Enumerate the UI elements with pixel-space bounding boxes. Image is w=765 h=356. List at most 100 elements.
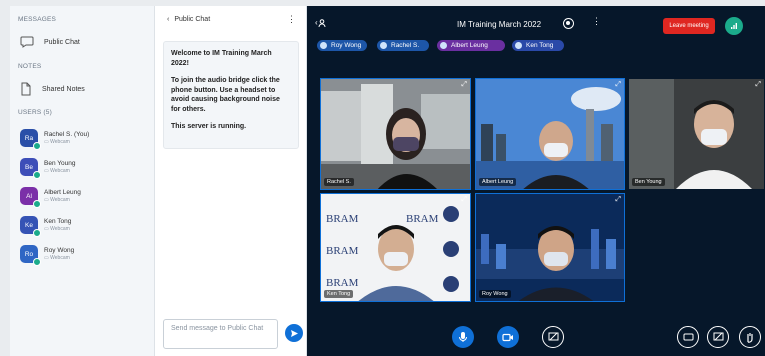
share-screen-button[interactable]: [542, 326, 564, 348]
avatar: Ro: [20, 245, 41, 266]
avatar-initials: Ro: [24, 250, 34, 258]
tile-name-label: Ben Young: [632, 178, 665, 186]
talking-indicator[interactable]: Roy Wong: [317, 40, 367, 51]
shared-notes-item[interactable]: Shared Notes: [20, 82, 85, 96]
user-status-text: Webcam: [50, 167, 70, 174]
user-list-item[interactable]: Ro Roy Wong ▭ Webcam: [20, 245, 75, 266]
user-list-item[interactable]: Ra Rachel S. (You) ▭ Webcam: [20, 129, 90, 150]
chat-message-input[interactable]: Send message to Public Chat: [163, 319, 278, 349]
share-webcam-button[interactable]: [497, 326, 519, 348]
messages-section-label: MESSAGES: [18, 16, 57, 23]
chat-header[interactable]: ‹ Public Chat: [167, 16, 210, 23]
expand-icon[interactable]: ⤢: [461, 81, 467, 89]
shared-notes-label: Shared Notes: [42, 85, 85, 93]
document-icon: [20, 82, 32, 96]
talking-indicator[interactable]: Albert Leung: [437, 40, 505, 51]
user-status: ▭ Webcam: [44, 255, 74, 262]
leave-meeting-button[interactable]: Leave meeting: [663, 18, 715, 34]
expand-icon[interactable]: ⤢: [615, 196, 621, 204]
video-tile-rachel[interactable]: Rachel S. ⤢: [320, 78, 471, 190]
video-tile-ken[interactable]: BRAM BRAM BRAM BRAM Ken Tong ⤢: [320, 193, 471, 302]
video-tile-albert[interactable]: Albert Leung ⤢: [475, 78, 625, 190]
talker-name: Rachel S.: [391, 42, 420, 49]
svg-text:BRAM: BRAM: [326, 277, 359, 289]
avatar-initials: Ke: [25, 221, 33, 229]
user-status-text: Webcam: [50, 254, 70, 261]
app-window: MESSAGES Public Chat NOTES Shared Notes …: [10, 6, 765, 356]
avatar-initials: Be: [25, 163, 33, 171]
user-status: ▭ Webcam: [44, 197, 81, 204]
server-status: This server is running.: [171, 123, 247, 130]
video-camera-icon: [502, 333, 513, 341]
expand-icon[interactable]: ⤢: [615, 81, 621, 89]
video-area: ‹ IM Training March 2022 ⋮ Leave meeting…: [307, 6, 765, 356]
screen-share-icon: [548, 332, 558, 341]
microphone-icon: [515, 42, 522, 49]
raise-hand-button[interactable]: [739, 326, 761, 348]
webcam-icon: ▭: [44, 254, 49, 261]
avatar: Ra: [20, 129, 41, 150]
send-message-button[interactable]: [285, 324, 303, 342]
avatar-initials: Ra: [24, 134, 34, 142]
chat-bubble-icon: [20, 36, 34, 48]
options-menu-icon[interactable]: ⋮: [592, 16, 601, 27]
webcam-icon: ▭: [44, 196, 49, 203]
mute-microphone-button[interactable]: [452, 326, 474, 348]
captions-icon: [683, 333, 693, 341]
user-name: Albert Leung: [44, 188, 81, 196]
user-list-sidebar: MESSAGES Public Chat NOTES Shared Notes …: [10, 6, 155, 356]
welcome-title: Welcome to IM Training March 2022!: [171, 50, 272, 67]
avatar-initials: Al: [26, 192, 32, 200]
user-status: ▭ Webcam: [44, 226, 71, 233]
webcam-icon: ▭: [44, 138, 49, 145]
microphone-icon: [320, 42, 327, 49]
chat-title: Public Chat: [174, 16, 211, 23]
talker-name: Roy Wong: [331, 42, 362, 49]
user-list-item[interactable]: Al Albert Leung ▭ Webcam: [20, 187, 81, 208]
users-toggle-icon[interactable]: ‹: [315, 18, 326, 27]
send-icon: [290, 329, 298, 337]
user-list-item[interactable]: Be Ben Young ▭ Webcam: [20, 158, 75, 179]
user-name: Rachel S. (You): [44, 130, 90, 138]
chat-options-icon[interactable]: ⋮: [287, 14, 296, 25]
chevron-left-icon: ‹: [167, 16, 170, 23]
user-status-text: Webcam: [50, 225, 70, 232]
webcam-icon: ▭: [44, 167, 49, 174]
welcome-message: Welcome to IM Training March 2022! To jo…: [163, 41, 299, 149]
audio-status-icon: [33, 229, 41, 237]
svg-text:BRAM: BRAM: [406, 213, 439, 225]
microphone-icon: [380, 42, 387, 49]
tile-name-label: Rachel S.: [324, 178, 354, 186]
user-name: Ken Tong: [44, 217, 72, 225]
user-status: ▭ Webcam: [44, 168, 75, 175]
svg-text:BRAM: BRAM: [326, 213, 359, 225]
tile-name-label: Ken Tong: [324, 290, 354, 298]
audio-status-icon: [33, 200, 41, 208]
tile-name-label: Roy Wong: [479, 290, 511, 298]
video-tile-ben[interactable]: Ben Young ⤢: [628, 78, 765, 190]
talker-name: Albert Leung: [451, 42, 488, 49]
audio-status-icon: [33, 171, 41, 179]
notes-section-label: NOTES: [18, 63, 42, 70]
user-status-text: Webcam: [50, 196, 70, 203]
layout-button[interactable]: [707, 326, 729, 348]
user-list-item[interactable]: Ke Ken Tong ▭ Webcam: [20, 216, 72, 237]
meeting-title: IM Training March 2022: [457, 20, 542, 29]
public-chat-panel: ‹ Public Chat ⋮ Welcome to IM Training Ma…: [155, 6, 307, 356]
expand-icon[interactable]: ⤢: [755, 81, 761, 89]
record-icon[interactable]: [563, 18, 574, 29]
tile-name-label: Albert Leung: [479, 178, 517, 186]
connection-status-icon[interactable]: [725, 17, 743, 35]
svg-text:BRAM: BRAM: [326, 245, 359, 257]
user-name: Roy Wong: [44, 246, 75, 254]
hand-icon: [747, 332, 753, 343]
welcome-instructions: To join the audio bridge click the phone…: [171, 77, 280, 113]
expand-icon[interactable]: ⤢: [461, 196, 467, 204]
microphone-icon: [440, 42, 447, 49]
public-chat-item[interactable]: Public Chat: [20, 36, 80, 48]
talking-indicator[interactable]: Ken Tong: [512, 40, 564, 51]
closed-captions-button[interactable]: [677, 326, 699, 348]
video-tile-roy[interactable]: Roy Wong ⤢: [475, 193, 625, 302]
avatar: Al: [20, 187, 41, 208]
talking-indicator[interactable]: Rachel S.: [377, 40, 429, 51]
